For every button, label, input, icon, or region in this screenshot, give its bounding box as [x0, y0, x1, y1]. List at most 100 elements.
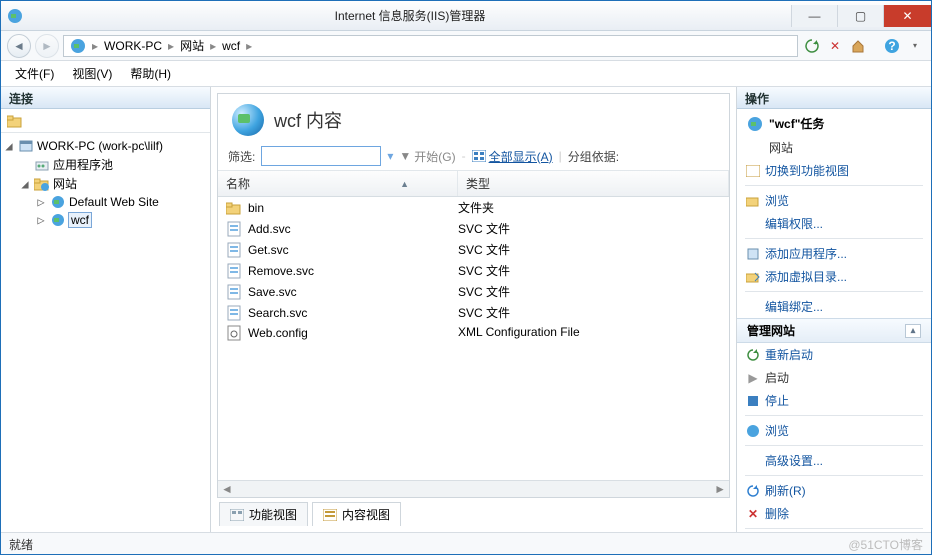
- action-edit-permissions[interactable]: 编辑权限...: [737, 212, 931, 235]
- file-type: SVC 文件: [458, 262, 729, 279]
- file-name: Save.svc: [248, 285, 297, 299]
- list-item[interactable]: Web.config XML Configuration File: [218, 323, 729, 343]
- separator: [745, 528, 923, 529]
- forward-button[interactable]: ►: [35, 34, 59, 58]
- tree-app-pools[interactable]: 应用程序池: [3, 155, 208, 174]
- breadcrumb[interactable]: ▸ WORK-PC ▸ 网站 ▸ wcf ▸: [63, 35, 798, 57]
- svc-icon: [226, 263, 242, 279]
- menu-file[interactable]: 文件(F): [7, 62, 62, 85]
- list-item[interactable]: bin文件夹: [218, 197, 729, 218]
- home-icon[interactable]: [848, 36, 868, 56]
- show-all-link[interactable]: 全部显示(A): [472, 148, 553, 165]
- features-view-tab[interactable]: 功能视图: [219, 502, 308, 526]
- maximize-button[interactable]: ▢: [837, 5, 883, 27]
- close-button[interactable]: ✕: [883, 5, 931, 27]
- minimize-button[interactable]: —: [791, 5, 837, 27]
- dropdown-icon[interactable]: ▾: [905, 36, 925, 56]
- list-item[interactable]: Get.svcSVC 文件: [218, 239, 729, 260]
- action-switch-view[interactable]: 切换到功能视图: [737, 159, 931, 182]
- separator: [745, 415, 923, 416]
- actions-body: "wcf"任务 网站 切换到功能视图 浏览 编辑权限... 添加应用程序... …: [737, 109, 931, 532]
- connections-header: 连接: [1, 87, 210, 109]
- view-tabs: 功能视图 内容视图: [217, 498, 730, 526]
- action-add-app[interactable]: 添加应用程序...: [737, 242, 931, 265]
- horizontal-scrollbar[interactable]: ◄►: [218, 480, 729, 497]
- breadcrumb-sites[interactable]: 网站: [178, 37, 206, 54]
- tree-wcf-site[interactable]: ▷ wcf: [3, 211, 208, 229]
- tree-default-site[interactable]: ▷ Default Web Site: [3, 193, 208, 211]
- connections-toolbar: [1, 109, 210, 133]
- filter-bar: 筛选: ▾ ▼ 开始(G) - 全部显示(A) | 分组依据:: [218, 142, 729, 171]
- tree-sites[interactable]: ◢ 网站: [3, 174, 208, 193]
- action-browse2[interactable]: 浏览: [737, 419, 931, 442]
- action-delete[interactable]: ✕删除: [737, 502, 931, 525]
- col-header-name[interactable]: 名称▲: [218, 171, 458, 196]
- file-name: Web.config: [248, 326, 308, 340]
- expand-icon[interactable]: ▷: [35, 213, 47, 227]
- svg-text:?: ?: [888, 39, 895, 53]
- menu-help[interactable]: 帮助(H): [122, 62, 179, 85]
- action-edit-bindings[interactable]: 编辑绑定...: [737, 295, 931, 318]
- action-browse[interactable]: 浏览: [737, 189, 931, 212]
- stop-icon: [745, 393, 761, 409]
- collapse-icon[interactable]: ▴: [905, 324, 921, 338]
- collapse-icon[interactable]: ◢: [3, 139, 15, 153]
- watermark: @51CTO博客: [848, 536, 923, 553]
- filter-input[interactable]: [261, 146, 381, 166]
- server-icon: [18, 138, 34, 154]
- chevron-right-icon: ▸: [246, 39, 252, 53]
- action-refresh[interactable]: 刷新(R): [737, 479, 931, 502]
- tree-default-site-label: Default Web Site: [69, 195, 159, 209]
- action-advanced[interactable]: 高级设置...: [737, 449, 931, 472]
- action-start[interactable]: ▶启动: [737, 366, 931, 389]
- expand-icon[interactable]: ▷: [35, 195, 47, 209]
- window-title: Internet 信息服务(IIS)管理器: [29, 7, 791, 24]
- action-stop[interactable]: 停止: [737, 389, 931, 412]
- separator: [745, 475, 923, 476]
- filter-go[interactable]: ▼ 开始(G): [399, 148, 455, 165]
- tree-app-pools-label: 应用程序池: [53, 156, 113, 173]
- connections-pane: 连接 ◢ WORK-PC (work-pc\lilf) 应用程序池 ◢: [1, 87, 211, 532]
- app-icon: [1, 8, 29, 24]
- file-type: SVC 文件: [458, 241, 729, 258]
- action-add-vdir[interactable]: 添加虚拟目录...: [737, 265, 931, 288]
- list-item[interactable]: Save.svcSVC 文件: [218, 281, 729, 302]
- file-name: Remove.svc: [248, 264, 314, 278]
- breadcrumb-wcf[interactable]: wcf: [220, 39, 242, 53]
- refresh-icon: [745, 483, 761, 499]
- list-item[interactable]: Remove.svc SVC 文件: [218, 260, 729, 281]
- nav-toolbar: ✕ ? ▾: [802, 36, 925, 56]
- menu-view[interactable]: 视图(V): [64, 62, 120, 85]
- tree-server[interactable]: ◢ WORK-PC (work-pc\lilf): [3, 137, 208, 155]
- navbar: ◄ ► ▸ WORK-PC ▸ 网站 ▸ wcf ▸ ✕ ? ▾: [1, 31, 931, 61]
- group-by-label: 分组依据:: [568, 148, 619, 165]
- breadcrumb-server[interactable]: WORK-PC: [102, 39, 164, 53]
- body: 连接 ◢ WORK-PC (work-pc\lilf) 应用程序池 ◢: [1, 87, 931, 532]
- help-icon[interactable]: ?: [882, 36, 902, 56]
- content-view-tab[interactable]: 内容视图: [312, 502, 401, 526]
- file-type: SVC 文件: [458, 220, 729, 237]
- tree-wcf-site-label: wcf: [69, 213, 91, 227]
- refresh-icon[interactable]: [802, 36, 822, 56]
- file-type: XML Configuration File: [458, 325, 729, 341]
- start-icon: ▶: [745, 370, 761, 386]
- list-header[interactable]: 名称▲ 类型: [218, 171, 729, 197]
- globe-icon: [232, 104, 264, 136]
- collapse-icon[interactable]: ◢: [19, 177, 31, 191]
- action-restart[interactable]: 重新启动: [737, 343, 931, 366]
- config-icon: [226, 325, 242, 341]
- connect-icon[interactable]: [7, 114, 23, 128]
- file-name: bin: [248, 201, 264, 215]
- task-title: "wcf"任务: [737, 111, 931, 136]
- breadcrumb-root-icon[interactable]: [68, 38, 88, 54]
- titlebar: Internet 信息服务(IIS)管理器 — ▢ ✕: [1, 1, 931, 31]
- col-header-type[interactable]: 类型: [458, 171, 729, 196]
- tree-server-label: WORK-PC (work-pc\lilf): [37, 139, 163, 153]
- connections-tree[interactable]: ◢ WORK-PC (work-pc\lilf) 应用程序池 ◢ 网站 ▷: [1, 133, 210, 532]
- list-item[interactable]: Add.svcSVC 文件: [218, 218, 729, 239]
- stop-icon[interactable]: ✕: [825, 36, 845, 56]
- back-button[interactable]: ◄: [7, 34, 31, 58]
- list-item[interactable]: Search.svcSVC 文件: [218, 302, 729, 323]
- dropdown-icon[interactable]: ▾: [387, 149, 393, 163]
- content-list[interactable]: 名称▲ 类型 bin文件夹Add.svcSVC 文件Get.svcSVC 文件R…: [218, 171, 729, 480]
